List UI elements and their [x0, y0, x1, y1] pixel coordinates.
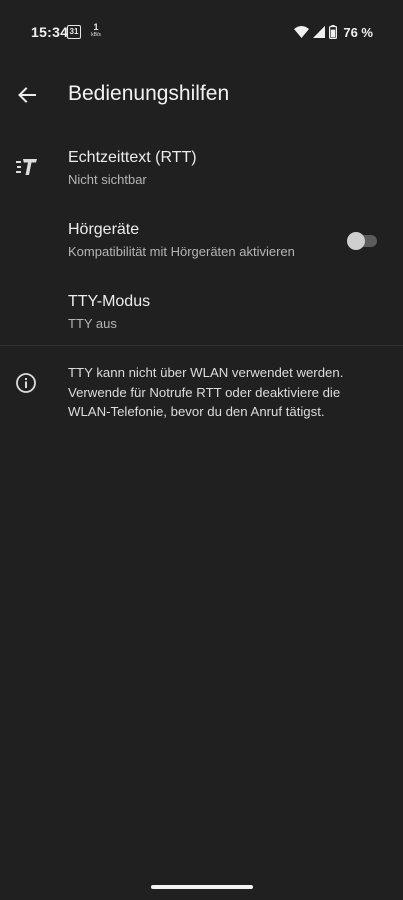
info-text: TTY kann nicht über WLAN verwendet werde… — [68, 365, 344, 419]
status-icons: 76 % — [294, 24, 373, 40]
page-title: Bedienungshilfen — [68, 82, 230, 105]
calendar-notification-icon: 31 — [67, 25, 81, 39]
hearing-aid-title: Hörgeräte — [68, 221, 140, 238]
back-button[interactable] — [10, 78, 44, 112]
info-footer: TTY kann nicht über WLAN verwendet werde… — [0, 360, 403, 430]
arrow-left-icon — [18, 87, 36, 103]
hearing-aid-subtitle: Kompatibilität mit Hörgeräten aktivieren — [68, 244, 295, 259]
hearing-aid-toggle[interactable] — [347, 232, 377, 250]
app-toolbar: Bedienungshilfen — [0, 62, 403, 128]
tty-setting-row[interactable]: TTY-Modus TTY aus — [0, 280, 403, 352]
section-divider — [0, 345, 403, 346]
info-icon — [16, 373, 36, 393]
rtt-subtitle: Nicht sichtbar — [68, 172, 147, 187]
rtt-title: Echtzeittext (RTT) — [68, 149, 197, 166]
cell-signal-icon — [313, 26, 326, 38]
tty-title: TTY-Modus — [68, 293, 151, 310]
hearing-aid-setting-row[interactable]: Hörgeräte Kompatibilität mit Hörgeräten … — [0, 208, 403, 280]
data-rate-indicator: 1 kB/s — [88, 22, 104, 38]
status-bar: 15:34 31 1 kB/s 76 % — [0, 0, 403, 62]
battery-percent: 76 % — [343, 24, 373, 40]
tty-subtitle: TTY aus — [68, 316, 117, 331]
toggle-thumb — [347, 232, 365, 250]
battery-icon — [329, 25, 338, 39]
status-time: 15:34 — [31, 24, 69, 40]
gesture-nav-handle[interactable] — [151, 885, 253, 889]
rtt-icon-wrapper — [14, 154, 40, 180]
phone-screen: 15:34 31 1 kB/s 76 % Bedienungshilfen Ec… — [0, 0, 403, 900]
data-rate-value: 1 — [93, 22, 99, 32]
rtt-setting-row[interactable]: Echtzeittext (RTT) Nicht sichtbar — [0, 136, 403, 208]
data-rate-unit: kB/s — [91, 32, 101, 38]
rtt-text-icon — [16, 159, 37, 175]
wifi-icon — [294, 26, 310, 38]
